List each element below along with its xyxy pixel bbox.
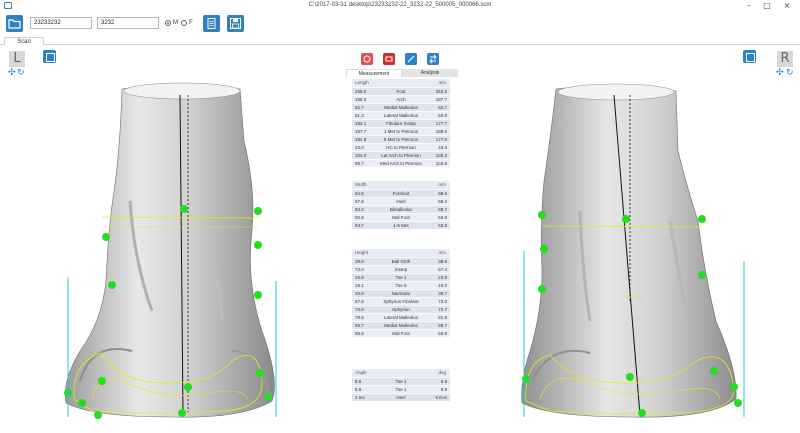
section-header: Width mm	[352, 181, 450, 189]
measurement-row: 39.6 Ball Girth 38.5	[352, 257, 450, 265]
right-value: 6 Eve	[435, 395, 447, 400]
measurement-row: 99.7 Med Arch to Pternion 103.8	[352, 159, 450, 167]
section-unit: mm	[438, 250, 447, 255]
left-rotate-axis-icon[interactable]: ✣	[8, 69, 16, 78]
measurement-row: 78.5 Lateral Malleolus 81.8	[352, 313, 450, 321]
section-title: Angle	[355, 370, 367, 375]
minimize-button[interactable]: –	[742, 1, 756, 11]
measurement-row: 187.7 1 Met to Pternion 189.6	[352, 127, 450, 135]
gender-m-label: M	[173, 20, 178, 26]
measurement-row: 74.6 Sphyrion 72.7	[352, 305, 450, 313]
maximize-button[interactable]: □	[760, 1, 774, 11]
measurement-row: 60.8 Mid Foot 63.0	[352, 213, 450, 221]
measurement-row: 67.9 Sphyrion Fibulare 73.0	[352, 297, 450, 305]
measurement-panel: Measurement Analysis Length mm 256.0 Foot 25…	[340, 69, 462, 433]
measurement-row: 8.9 Toe 1 6.9	[352, 377, 450, 385]
tab-analysis[interactable]: Analysis	[402, 69, 458, 77]
right-rotate-axis-icon[interactable]: ✣	[776, 69, 784, 78]
pencil-icon	[407, 55, 415, 63]
measurement-label: Heel	[396, 395, 406, 400]
document-icon	[207, 18, 216, 29]
measurement-label: Med Arch to Pternion	[379, 161, 423, 166]
measurement-row: 73.0 Instep 67.4	[352, 265, 450, 273]
left-side-badge: L	[9, 51, 25, 67]
measurement-row: 188.3 Arch 187.7	[352, 95, 450, 103]
code-field[interactable]: 3232	[97, 17, 159, 29]
measurement-section: Length mm 256.0 Foot 253.5 188.3 Arch 187.7 62.7…	[352, 79, 450, 167]
right-value: 66.8	[438, 331, 447, 336]
title-bar: C:\2017-03-31 desktop\23233232-22_3232-2…	[0, 0, 800, 12]
left-refresh-icon[interactable]: ↻	[17, 69, 25, 78]
measurement-section: Width mm 94.5 Forefoot 98.9 67.8 Heel 68.2 83.2 B…	[352, 181, 450, 229]
open-folder-button[interactable]	[6, 15, 23, 32]
section-header: Angle deg	[352, 369, 450, 377]
measurement-row: 40.6 Navicular 39.7	[352, 289, 450, 297]
measurement-row: 94.5 Forefoot 98.9	[352, 189, 450, 197]
measurement-section: Height mm 39.6 Ball Girth 38.5 73.0 Instep 67.4…	[352, 249, 450, 337]
measurement-row: 83.2 Bimalleolar 88.7	[352, 205, 450, 213]
measurement-label: Mid Foot	[392, 331, 410, 336]
tab-bar: Scan	[0, 36, 800, 46]
measurement-row: 104.0 Lat Arch to Pternion 100.3	[352, 151, 450, 159]
swap-icon	[429, 54, 437, 64]
toolbar: 23233232 3232 M F	[0, 12, 800, 36]
section-title: Width	[355, 182, 367, 187]
section-header: Height mm	[352, 249, 450, 257]
section-unit: mm	[438, 80, 447, 85]
folder-icon	[8, 19, 21, 29]
measurement-row: 51.3 Lateral Malleolus 50.0	[352, 111, 450, 119]
left-value: 68.6	[355, 331, 364, 336]
measurement-row: 63.7 1-5 Met 63.8	[352, 221, 450, 229]
right-foot-viewport[interactable]	[520, 81, 746, 419]
section-unit: mm	[438, 182, 447, 187]
close-button[interactable]: ×	[780, 1, 794, 11]
right-side-badge: R	[777, 51, 793, 67]
measurement-row: 8.9 Toe 1 8.9	[352, 385, 450, 393]
left-foot-viewport[interactable]	[62, 81, 278, 419]
section-title: Height	[355, 250, 369, 255]
left-value: 2 Inv	[355, 395, 365, 400]
left-fullscreen-button[interactable]	[43, 50, 56, 63]
gender-f-radio[interactable]	[181, 20, 187, 26]
scan-workspace: L ✣ ↻ R ✣ ↻ Measurement Analysis Length …	[0, 45, 800, 433]
tab-measurement[interactable]: Measurement	[346, 69, 402, 77]
measurement-row: 184.8 5 Met to Pternion 177.8	[352, 135, 450, 143]
right-fullscreen-button[interactable]	[743, 50, 756, 63]
gender-m-radio[interactable]	[165, 20, 171, 26]
measurement-row: 19.1 Toe 5 18.0	[352, 281, 450, 289]
measurement-row: 22.8 Toe 1 23.8	[352, 273, 450, 281]
right-value: 103.8	[435, 161, 447, 166]
window-title: C:\2017-03-31 desktop\23233232-22_3232-2…	[308, 2, 492, 8]
erase-tool-button[interactable]	[383, 53, 395, 65]
left-value: 99.7	[355, 161, 364, 166]
save-button[interactable]	[227, 15, 244, 32]
left-foot-model[interactable]	[62, 81, 278, 419]
measurement-label: 1-5 Met	[393, 223, 409, 228]
measurement-row: 67.8 Heel 68.2	[352, 197, 450, 205]
swap-tool-button[interactable]	[427, 53, 439, 65]
eraser-icon	[385, 56, 393, 62]
section-header: Length mm	[352, 79, 450, 87]
target-icon	[363, 55, 371, 63]
mark-tool-button[interactable]	[361, 53, 373, 65]
right-refresh-icon[interactable]: ↻	[786, 69, 794, 78]
measurement-section: Angle deg 8.9 Toe 1 6.9 8.9 Toe 1 8.9 2 Inv Heel 6…	[352, 369, 450, 401]
measurement-row: 62.7 Medial Malleolus 62.7	[352, 103, 450, 111]
right-value: 63.8	[438, 223, 447, 228]
report-button[interactable]	[203, 15, 220, 32]
section-title: Length	[355, 80, 369, 85]
draw-tool-button[interactable]	[405, 53, 417, 65]
measurement-row: 43.0 HC to Pternion 43.4	[352, 143, 450, 151]
id-field[interactable]: 23233232	[30, 17, 92, 29]
measurement-row: 256.0 Foot 253.5	[352, 87, 450, 95]
measurement-row: 68.6 Mid Foot 66.8	[352, 329, 450, 337]
left-value: 63.7	[355, 223, 364, 228]
measurement-row: 2 Inv Heel 6 Eve	[352, 393, 450, 401]
gender-f-label: F	[189, 20, 193, 26]
right-foot-model[interactable]	[520, 81, 746, 419]
save-icon	[230, 18, 241, 29]
section-unit: deg	[438, 370, 446, 375]
measurement-row: 89.7 Medial Malleolus 88.7	[352, 321, 450, 329]
measurement-row: 184.1 Fibulare Instep 177.7	[352, 119, 450, 127]
